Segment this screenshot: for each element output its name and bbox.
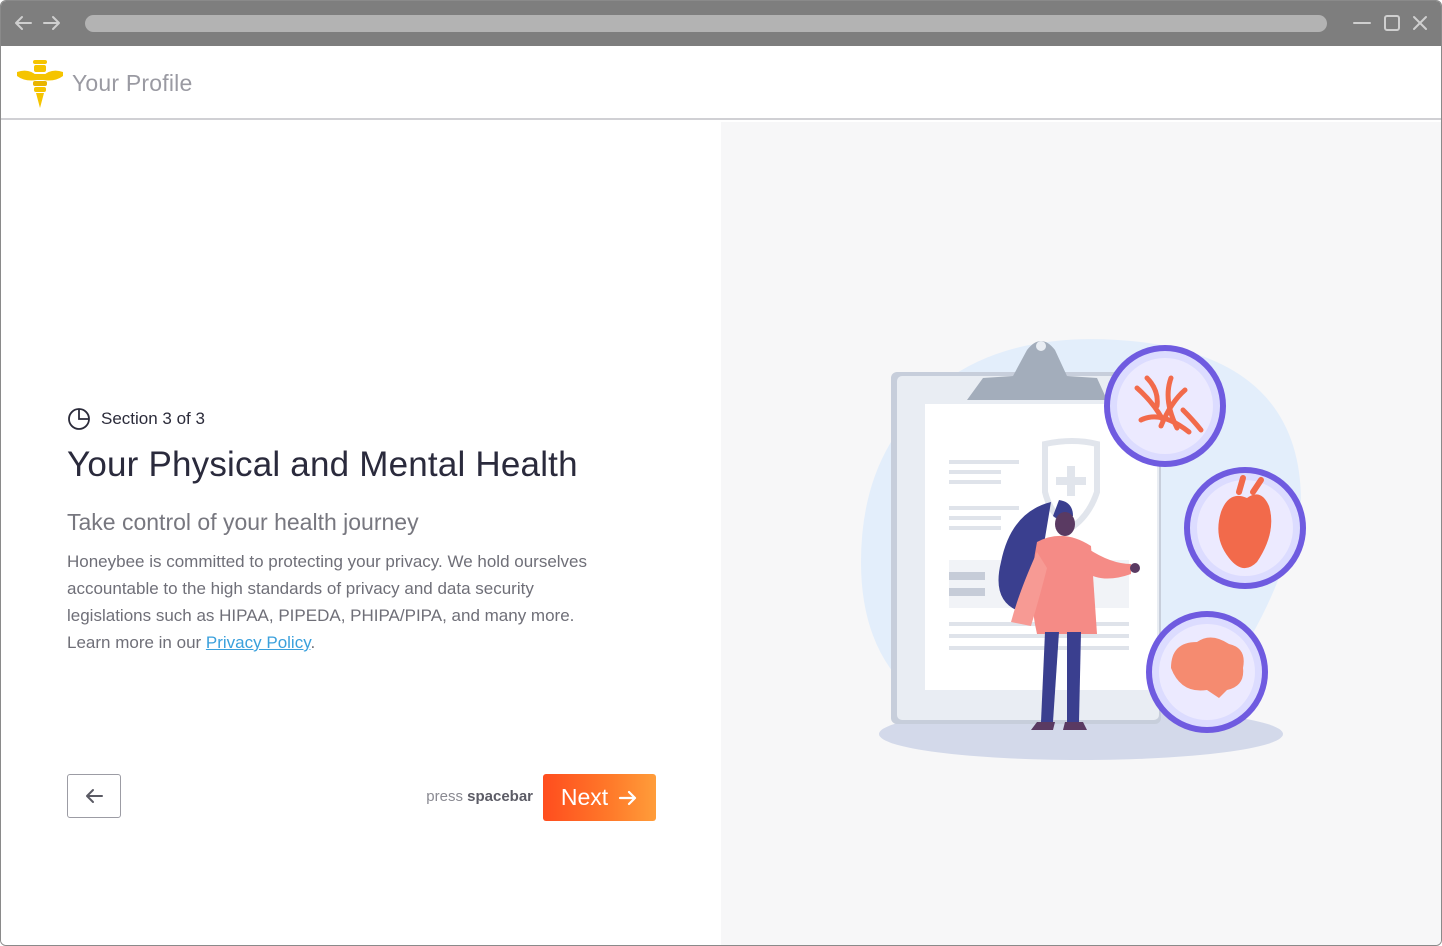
hint-key: spacebar bbox=[467, 788, 533, 805]
close-button[interactable] bbox=[1409, 12, 1431, 34]
learn-more-line: Learn more in our Privacy Policy. bbox=[67, 629, 667, 656]
next-button-label: Next bbox=[560, 784, 609, 810]
maximize-icon bbox=[1384, 15, 1400, 31]
arrow-right-icon bbox=[619, 790, 637, 805]
intro-panel: Section 3 of 3 Your Physical and Mental … bbox=[1, 122, 721, 945]
arrow-left-icon bbox=[15, 16, 32, 30]
app-header: Your Profile bbox=[1, 46, 1441, 120]
next-button[interactable]: Next bbox=[543, 774, 656, 821]
pie-progress-icon bbox=[68, 408, 90, 430]
description-line: legislations such as HIPAA, PIPEDA, PHIP… bbox=[67, 606, 575, 625]
illustration-panel bbox=[721, 122, 1441, 945]
back-button[interactable] bbox=[67, 774, 121, 818]
page-title: Your Profile bbox=[72, 70, 193, 96]
minimize-icon bbox=[1353, 22, 1371, 24]
hint-prefix: press bbox=[426, 788, 468, 805]
section-heading: Your Physical and Mental Health bbox=[67, 445, 578, 484]
honeybee-logo-icon bbox=[17, 60, 63, 108]
maximize-button[interactable] bbox=[1381, 12, 1403, 34]
section-label: Section 3 of 3 bbox=[101, 409, 205, 428]
privacy-policy-link[interactable]: Privacy Policy bbox=[206, 633, 311, 652]
address-bar[interactable] bbox=[85, 15, 1327, 32]
description-line: accountable to the high standards of pri… bbox=[67, 579, 534, 598]
browser-back-button[interactable] bbox=[12, 12, 34, 34]
browser-chrome bbox=[1, 1, 1441, 46]
learn-more-prefix: Learn more in our bbox=[67, 633, 206, 652]
browser-window: Your Profile Section 3 of 3 Your Physica… bbox=[0, 0, 1442, 946]
health-clipboard-illustration bbox=[861, 339, 1306, 760]
section-subheading: Take control of your health journey bbox=[67, 509, 419, 535]
keyboard-hint: press spacebar bbox=[361, 788, 533, 805]
arrow-right-icon bbox=[43, 16, 60, 30]
learn-more-suffix: . bbox=[310, 633, 316, 652]
arrow-left-icon bbox=[86, 789, 103, 803]
close-icon bbox=[1413, 16, 1427, 30]
minimize-button[interactable] bbox=[1351, 12, 1373, 34]
privacy-description: Honeybee is committed to protecting your… bbox=[67, 548, 667, 656]
section-indicator: Section 3 of 3 bbox=[67, 407, 205, 431]
browser-forward-button[interactable] bbox=[41, 12, 63, 34]
description-line: Honeybee is committed to protecting your… bbox=[67, 552, 588, 571]
